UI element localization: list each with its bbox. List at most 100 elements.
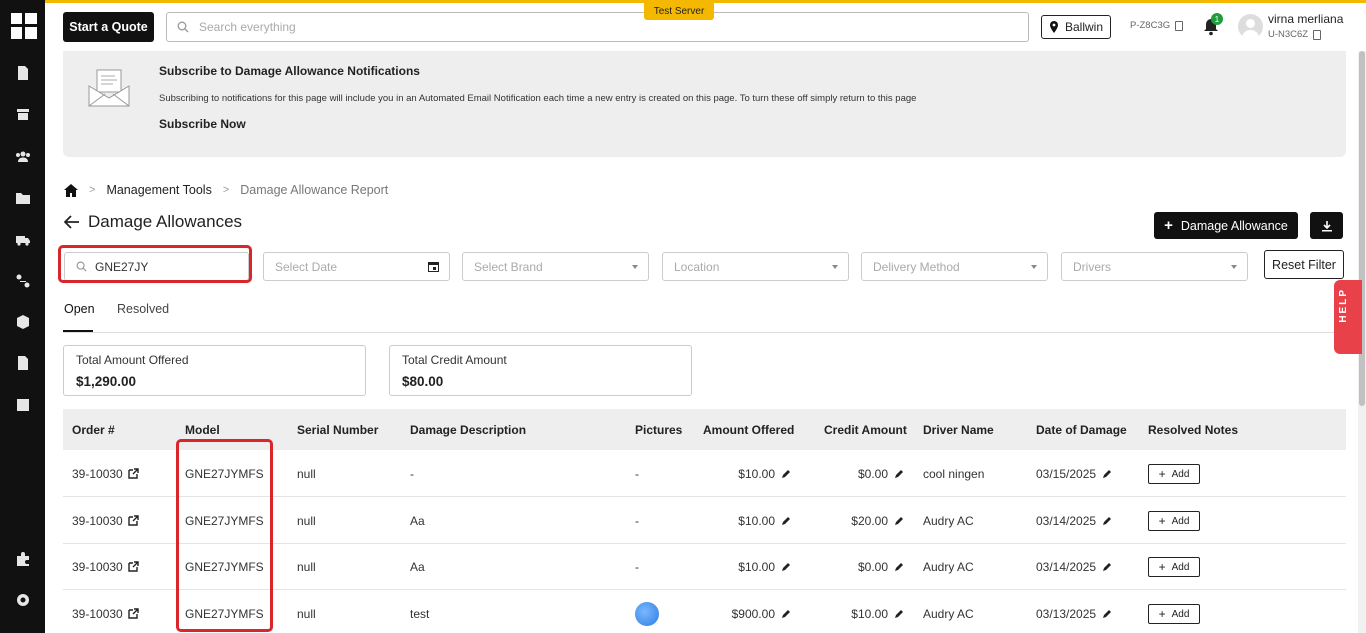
breadcrumb-current: Damage Allowance Report (240, 183, 389, 197)
puzzle-icon[interactable] (14, 550, 32, 568)
edit-icon[interactable] (894, 516, 904, 526)
offered-cell: $900.00 (703, 590, 791, 633)
box-icon[interactable] (14, 313, 32, 331)
global-search-input[interactable]: Search everything (166, 12, 1029, 42)
notification-badge: 1 (1211, 13, 1223, 25)
edit-icon[interactable] (894, 609, 904, 619)
edit-icon[interactable] (781, 609, 791, 619)
tab-open[interactable]: Open (64, 302, 95, 316)
user-code-text: U-N3C6Z (1268, 29, 1309, 40)
external-link-icon[interactable] (128, 608, 139, 619)
add-resolved-note-button[interactable]: + Add (1148, 511, 1200, 531)
back-arrow-icon[interactable] (64, 215, 80, 229)
top-header: Start a Quote Search everything Test Ser… (45, 3, 1366, 51)
breadcrumb-management-tools[interactable]: Management Tools (106, 183, 211, 197)
damage-picture-thumbnail[interactable] (635, 601, 659, 626)
col-credit[interactable]: Credit Amount (824, 423, 907, 437)
credit-cell: $0.00 (824, 450, 904, 497)
total-offered-label: Total Amount Offered (76, 353, 189, 367)
col-driver[interactable]: Driver Name (923, 423, 994, 437)
edit-icon[interactable] (1102, 469, 1112, 479)
store-icon[interactable] (14, 105, 32, 123)
col-pictures[interactable]: Pictures (635, 423, 682, 437)
plus-icon: + (1158, 514, 1166, 528)
users-icon[interactable] (14, 148, 32, 166)
edit-icon[interactable] (781, 469, 791, 479)
calendar-icon[interactable] (428, 261, 439, 272)
app-logo[interactable] (11, 13, 37, 39)
offered-value: $10.00 (738, 513, 775, 528)
order-cell[interactable]: 39-10030 (72, 497, 139, 544)
col-model[interactable]: Model (185, 423, 220, 437)
edit-icon[interactable] (781, 516, 791, 526)
start-quote-button[interactable]: Start a Quote (63, 12, 154, 42)
drivers-placeholder: Drivers (1073, 259, 1111, 274)
pictures-cell: - (635, 466, 639, 481)
order-number[interactable]: 39-10030 (72, 607, 123, 621)
external-link-icon[interactable] (128, 468, 139, 479)
avatar[interactable] (1238, 14, 1263, 39)
help-label: HELP (1338, 288, 1349, 323)
pictures-cell: - (635, 513, 639, 528)
add-label: Add (1171, 515, 1190, 527)
location-select[interactable]: Location (662, 252, 849, 281)
external-link-icon[interactable] (128, 515, 139, 526)
edit-icon[interactable] (894, 469, 904, 479)
plus-icon: + (1158, 560, 1166, 574)
col-notes[interactable]: Resolved Notes (1148, 423, 1238, 437)
gear-icon[interactable] (14, 591, 32, 609)
order-number[interactable]: 39-10030 (72, 467, 123, 481)
col-order[interactable]: Order # (72, 423, 115, 437)
add-resolved-note-button[interactable]: + Add (1148, 557, 1200, 577)
tab-resolved[interactable]: Resolved (117, 302, 169, 316)
location-button[interactable]: Ballwin (1041, 15, 1111, 39)
order-cell[interactable]: 39-10030 (72, 450, 139, 497)
download-icon (1321, 220, 1332, 231)
col-offered[interactable]: Amount Offered (703, 423, 794, 437)
col-description[interactable]: Damage Description (410, 423, 526, 437)
edit-icon[interactable] (1102, 609, 1112, 619)
reports-icon[interactable] (14, 396, 32, 414)
col-date[interactable]: Date of Damage (1036, 423, 1127, 437)
add-damage-allowance-button[interactable]: + Damage Allowance (1154, 212, 1298, 239)
delivery-placeholder: Delivery Method (873, 259, 960, 274)
truck-icon[interactable] (14, 231, 32, 249)
col-serial[interactable]: Serial Number (297, 423, 378, 437)
help-tab[interactable]: HELP (1334, 280, 1362, 354)
download-button[interactable] (1310, 212, 1343, 239)
external-link-icon[interactable] (128, 561, 139, 572)
copy-icon[interactable] (1313, 29, 1322, 40)
test-server-badge: Test Server (644, 3, 714, 20)
offered-cell: $10.00 (703, 497, 791, 544)
order-cell[interactable]: 39-10030 (72, 590, 139, 633)
date-value: 03/14/2025 (1036, 559, 1097, 574)
copy-icon[interactable] (1175, 20, 1184, 31)
reset-filter-button[interactable]: Reset Filter (1264, 250, 1344, 279)
edit-icon[interactable] (1102, 562, 1112, 572)
order-number[interactable]: 39-10030 (72, 560, 123, 574)
edit-icon[interactable] (1102, 516, 1112, 526)
envelope-icon (88, 69, 130, 107)
add-resolved-note-button[interactable]: + Add (1148, 604, 1200, 624)
order-number[interactable]: 39-10030 (72, 514, 123, 528)
date-filter[interactable]: Select Date (263, 252, 450, 281)
order-cell[interactable]: 39-10030 (72, 543, 139, 590)
driver-cell: cool ningen (923, 466, 985, 481)
document-icon[interactable] (14, 354, 32, 372)
user-name[interactable]: virna merliana (1268, 12, 1343, 26)
pictures-cell-wrap: - (635, 450, 639, 497)
add-resolved-note-button[interactable]: + Add (1148, 464, 1200, 484)
route-icon[interactable] (14, 272, 32, 290)
total-credit-card: Total Credit Amount $80.00 (389, 345, 692, 396)
drivers-select[interactable]: Drivers (1061, 252, 1248, 281)
driver-cell: Audry AC (923, 559, 974, 574)
invoice-icon[interactable] (14, 64, 32, 82)
profile-code-text: P-Z8C3G (1130, 20, 1171, 31)
edit-icon[interactable] (894, 562, 904, 572)
home-icon[interactable] (64, 183, 78, 197)
folder-icon[interactable] (14, 189, 32, 207)
subscribe-now-link[interactable]: Subscribe Now (159, 117, 246, 131)
delivery-method-select[interactable]: Delivery Method (861, 252, 1048, 281)
brand-select[interactable]: Select Brand (462, 252, 649, 281)
edit-icon[interactable] (781, 562, 791, 572)
